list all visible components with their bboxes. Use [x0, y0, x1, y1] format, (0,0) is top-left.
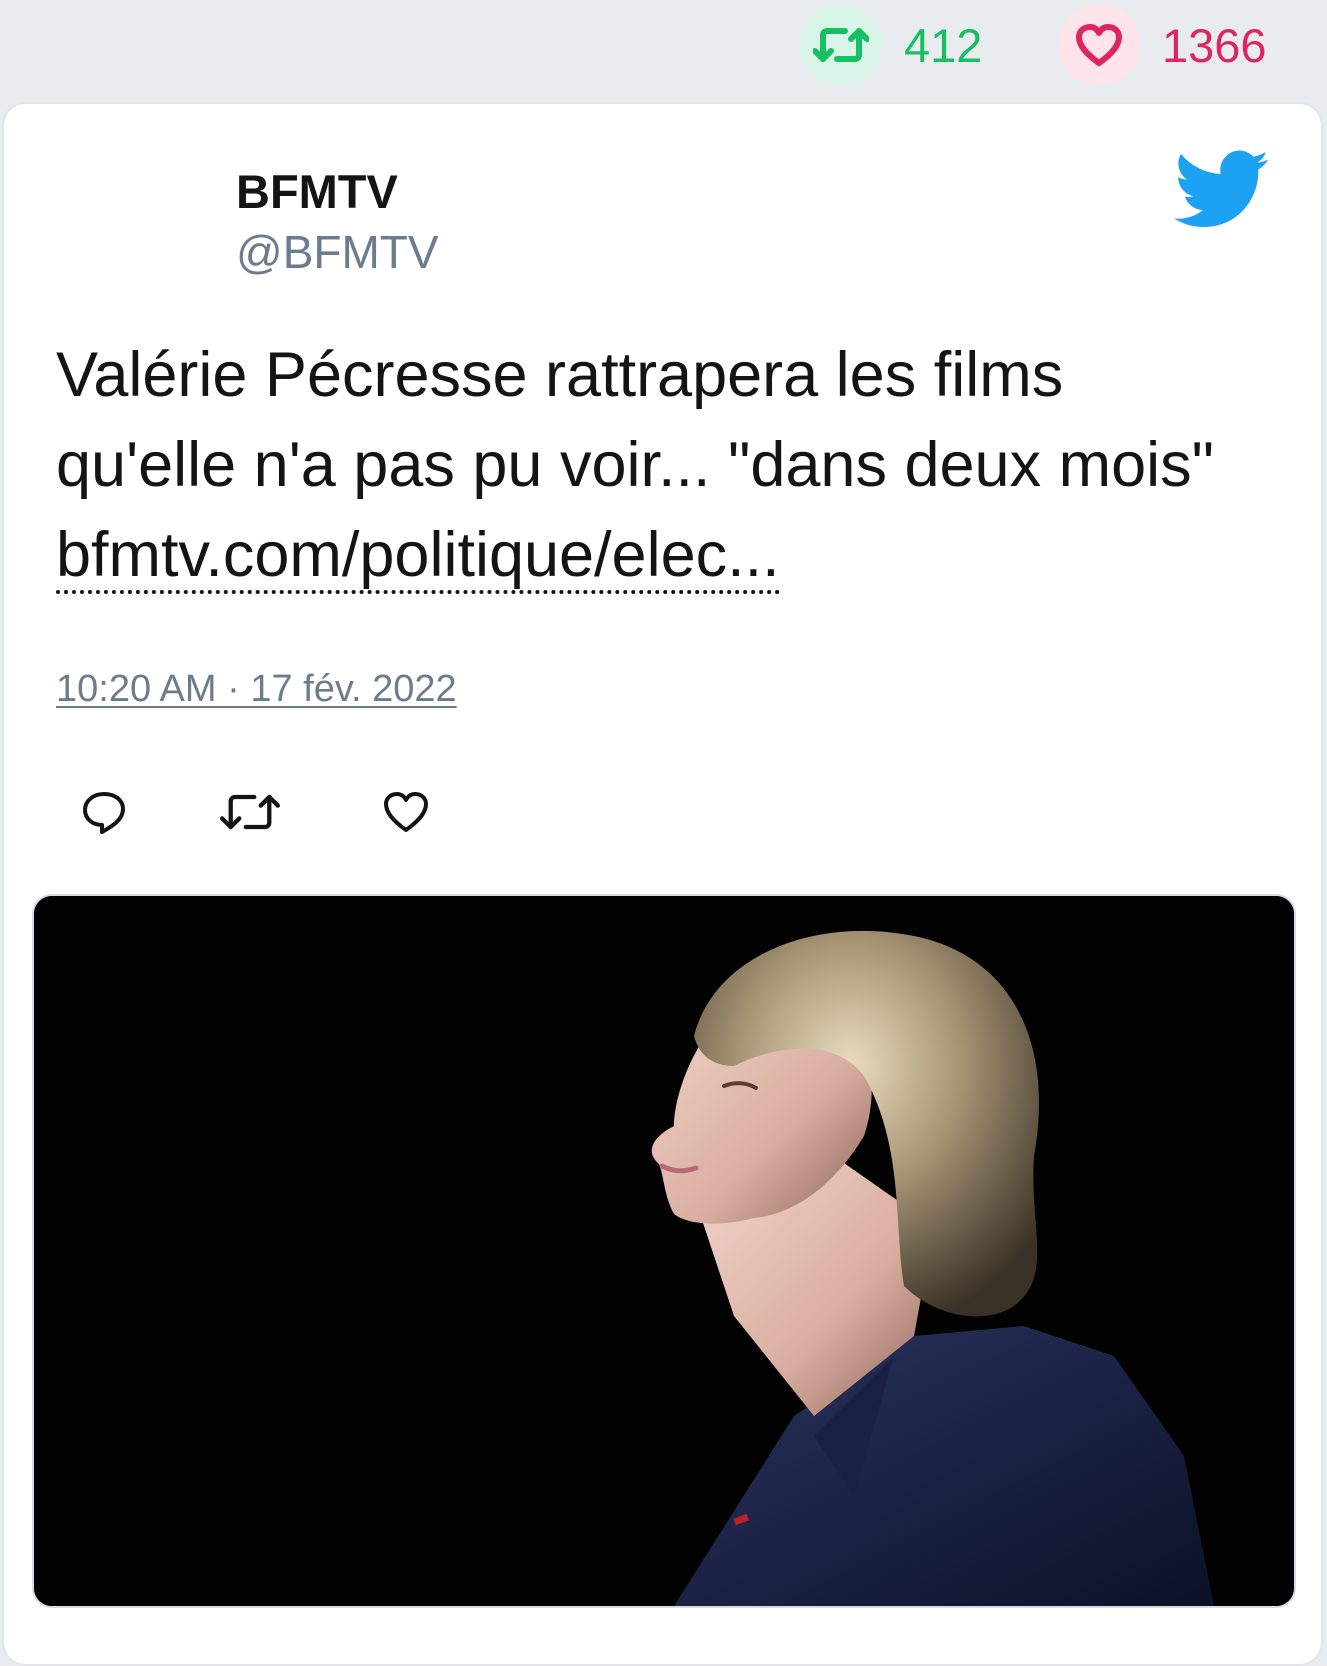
retweet-icon[interactable]	[800, 4, 882, 86]
tweet-text: Valérie Pécresse rattrapera les films qu…	[56, 330, 1216, 600]
retweet-button[interactable]	[220, 784, 280, 844]
heart-icon	[382, 790, 430, 839]
tweet-link[interactable]: bfmtv.com/politique/elec...	[56, 520, 780, 594]
engagement-stats-bar: 412 1366	[0, 0, 1327, 100]
author-handle[interactable]: @BFMTV	[236, 224, 439, 280]
tweet-body: Valérie Pécresse rattrapera les films qu…	[56, 340, 1214, 500]
retweet-stat[interactable]: 412	[800, 4, 982, 86]
like-count: 1366	[1162, 18, 1267, 72]
retweet-icon	[220, 790, 280, 839]
twitter-bird-icon[interactable]	[1174, 150, 1270, 230]
like-stat[interactable]: 1366	[1058, 4, 1267, 86]
portrait-photo	[34, 896, 1294, 1606]
like-button[interactable]	[376, 784, 436, 844]
tweet-card[interactable]: BFMTV @BFMTV Valérie Pécresse rattrapera…	[4, 104, 1321, 1664]
tweet-timestamp[interactable]: 10:20 AM · 17 fév. 2022	[56, 668, 457, 711]
reply-button[interactable]	[74, 784, 134, 844]
author-block[interactable]: BFMTV @BFMTV	[236, 164, 439, 280]
tweet-photo[interactable]	[32, 894, 1296, 1608]
reply-icon	[80, 788, 128, 841]
author-name[interactable]: BFMTV	[236, 164, 439, 220]
retweet-count: 412	[904, 18, 983, 72]
heart-icon[interactable]	[1058, 4, 1140, 86]
tweet-actions	[4, 784, 1321, 864]
